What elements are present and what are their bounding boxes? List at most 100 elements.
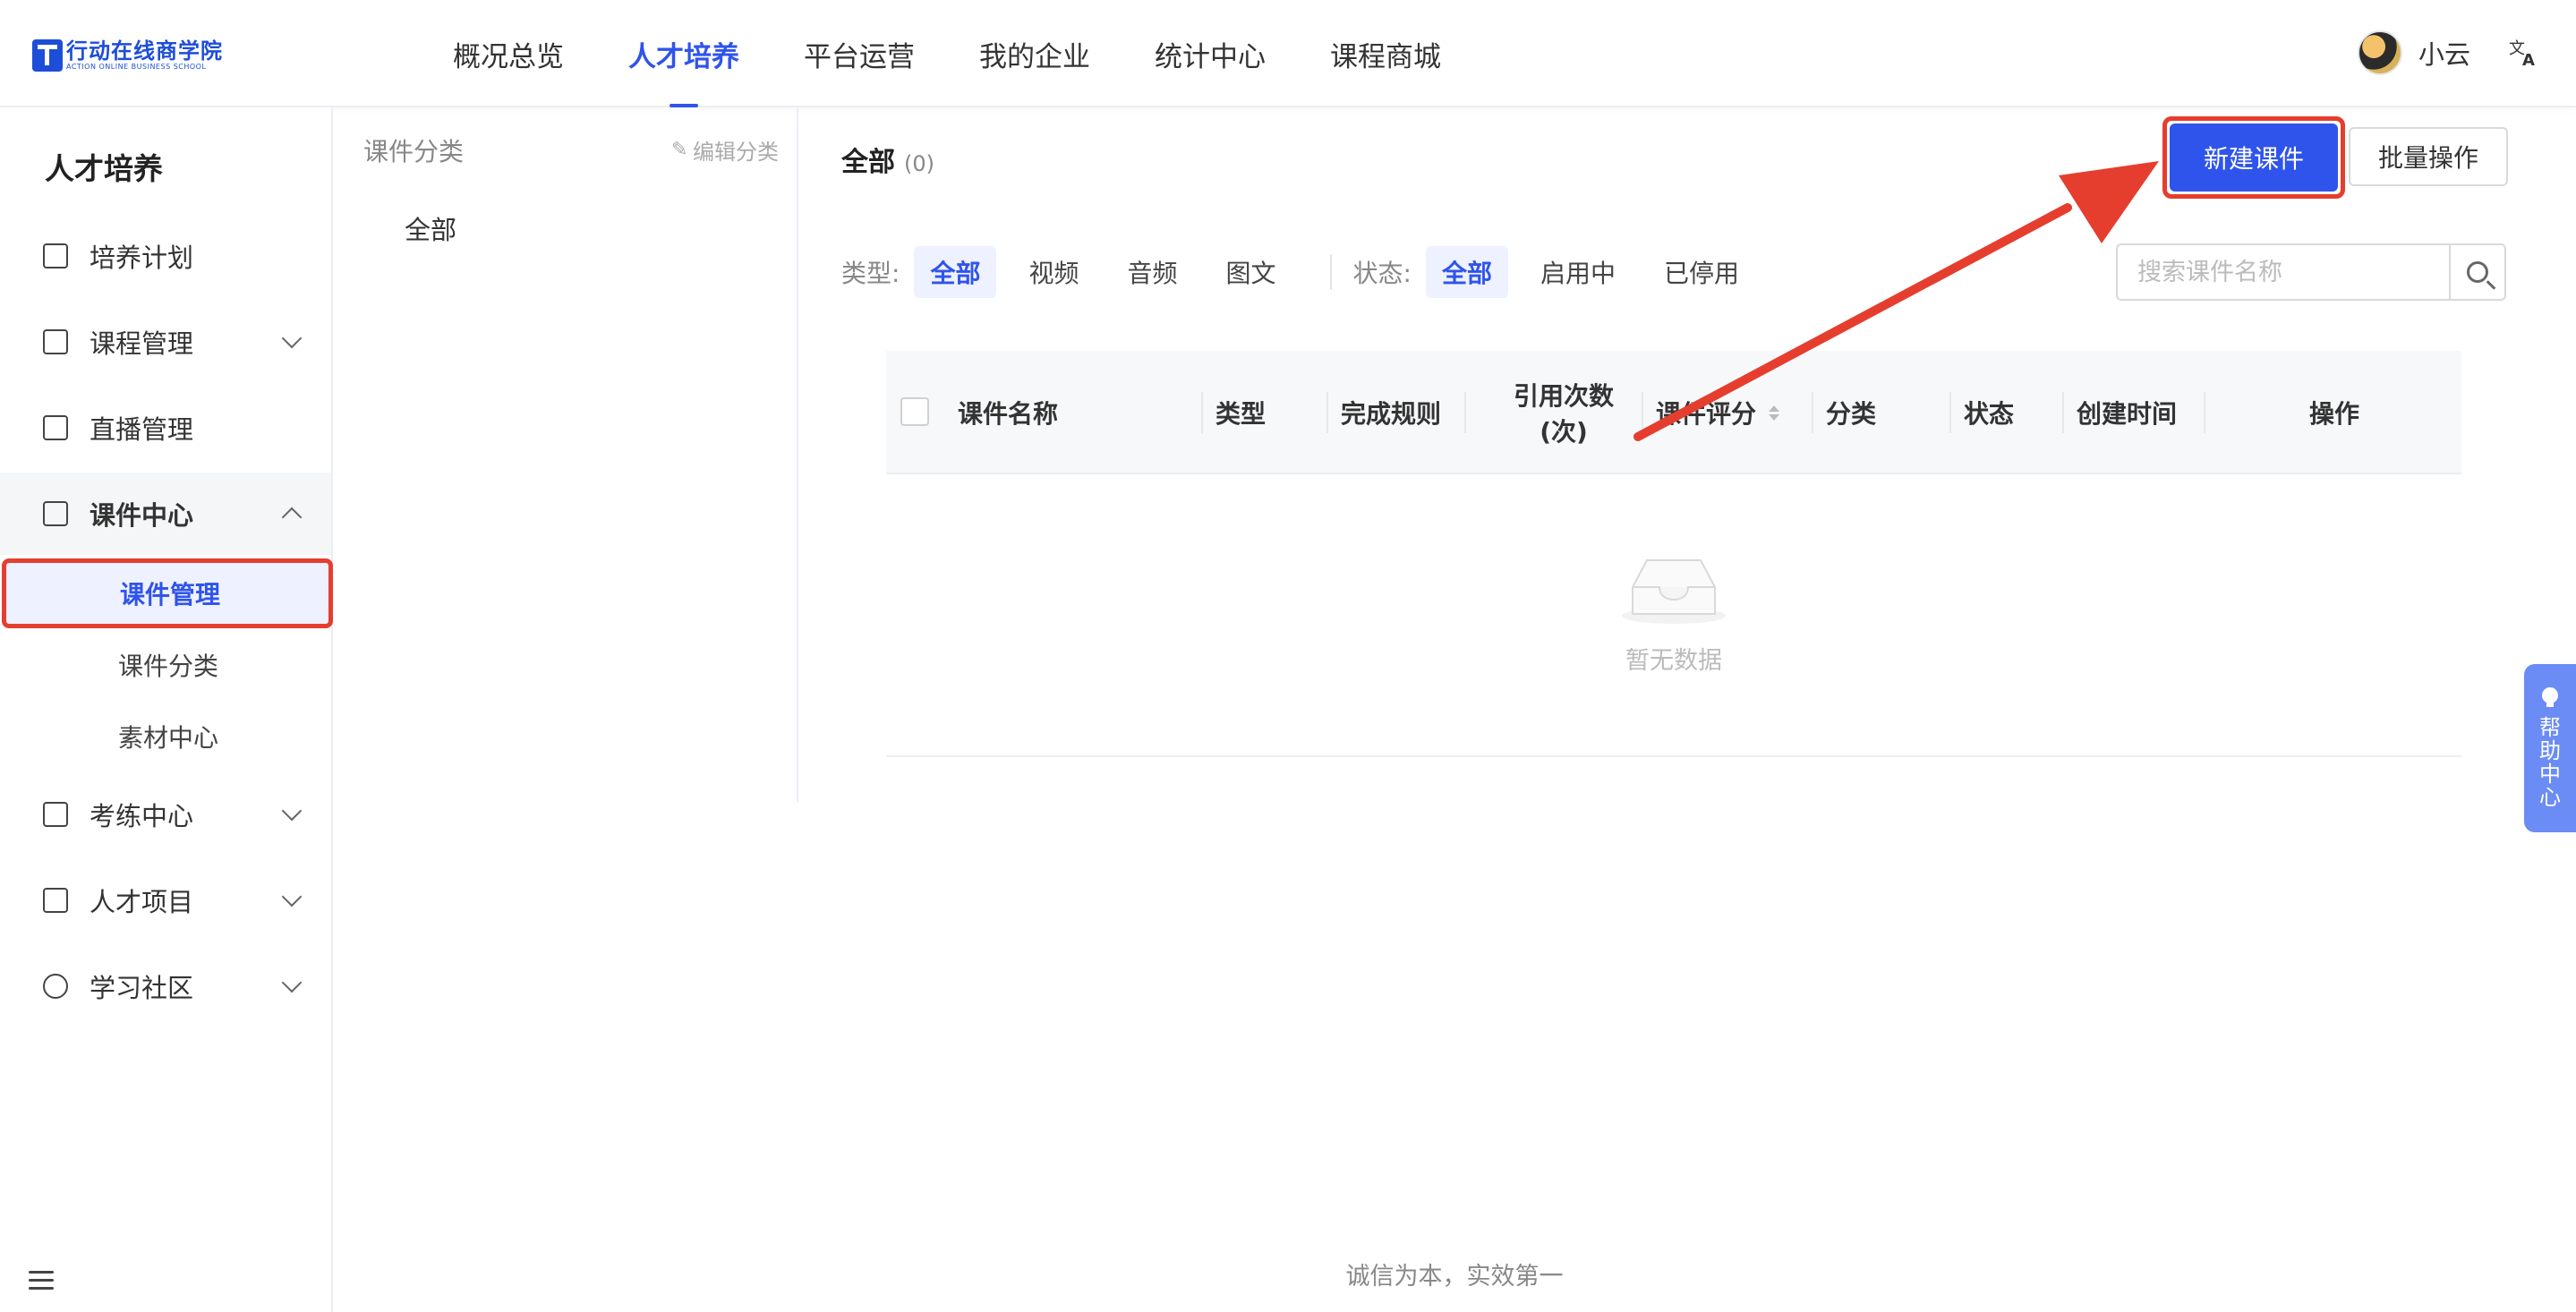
edit-category-label: 编辑分类 — [693, 140, 779, 165]
column-divider — [2062, 392, 2064, 433]
select-all-checkbox[interactable] — [900, 397, 929, 426]
filter-row: 类型: 全部 视频 音频 图文 状态: 全部 启用中 已停用 — [841, 245, 1771, 299]
sidebar-item-label: 培养计划 — [90, 243, 194, 273]
column-header-created-time: 创建时间 — [2077, 399, 2178, 429]
status-filter-all[interactable]: 全部 — [1425, 246, 1508, 298]
column-divider — [1812, 392, 1813, 433]
nav-item-talent[interactable]: 人才培养 — [596, 0, 772, 107]
column-divider — [1201, 392, 1203, 433]
status-filter-enabled[interactable]: 启用中 — [1524, 246, 1632, 298]
batch-operation-button[interactable]: 批量操作 — [2349, 127, 2508, 186]
sidebar-item-label: 考练中心 — [90, 801, 194, 831]
chevron-up-icon — [281, 507, 303, 528]
main-nav: 概况总览 人才培养 平台运营 我的企业 统计中心 课程商城 — [421, 0, 1473, 107]
column-header-completion-rule: 完成规则 — [1341, 399, 1442, 429]
column-header-type: 类型 — [1215, 399, 1267, 429]
status-filter-disabled[interactable]: 已停用 — [1648, 246, 1755, 298]
sidebar-item-label: 课件中心 — [90, 500, 194, 531]
column-divider — [1949, 392, 1951, 433]
logo[interactable]: 行动在线商学院 ACTION ONLINE BUSINESS SCHOOL — [32, 39, 223, 72]
column-header-status: 状态 — [1964, 399, 2015, 429]
avatar[interactable] — [2358, 30, 2402, 75]
nav-item-overview[interactable]: 概况总览 — [421, 0, 596, 107]
sidebar-item-learning-community[interactable]: 学习社区 — [0, 945, 331, 1027]
column-header-name: 课件名称 — [958, 399, 1059, 429]
edit-category-button[interactable]: ✎ 编辑分类 — [671, 134, 779, 166]
sidebar-item-talent-project[interactable]: 人才项目 — [0, 859, 331, 941]
logo-title: 行动在线商学院 — [66, 38, 223, 64]
nav-item-statistics[interactable]: 统计中心 — [1122, 0, 1298, 107]
translate-icon[interactable]: 文 A — [2506, 34, 2542, 70]
sidebar-item-exam-center[interactable]: 考练中心 — [0, 773, 331, 856]
sidebar-subitem-material-center[interactable]: 素材中心 — [0, 702, 331, 771]
book-icon — [43, 329, 68, 354]
column-header-rating[interactable]: 课件评分 — [1656, 351, 1780, 474]
page-title: 全部 (0) — [841, 140, 934, 179]
sidebar-title: 人才培养 — [45, 151, 163, 186]
page-title-text: 全部 — [841, 147, 895, 178]
chevron-down-icon — [281, 800, 303, 822]
collapse-sidebar-icon[interactable] — [29, 1271, 54, 1292]
sidebar-item-label: 人才项目 — [90, 887, 194, 917]
table-header: 课件名称 类型 完成规则 引用次数 (次) 课件评分 分类 状态 创建时间 操作 — [886, 351, 2461, 474]
column-divider — [1642, 392, 1643, 433]
pencil-icon: ✎ — [671, 138, 688, 161]
type-filter-video[interactable]: 视频 — [1012, 246, 1095, 298]
nav-item-store[interactable]: 课程商城 — [1298, 0, 1473, 107]
type-filter-all[interactable]: 全部 — [914, 246, 997, 298]
project-icon — [43, 888, 68, 913]
nav-item-operations[interactable]: 平台运营 — [772, 0, 947, 107]
sidebar-subitem-courseware-management[interactable]: 课件管理 — [2, 558, 333, 628]
filter-divider — [1329, 254, 1332, 290]
calendar-icon — [43, 243, 68, 268]
logo-mark-icon — [32, 39, 63, 72]
status-filter-label: 状态: — [1352, 259, 1412, 288]
column-header-actions: 操作 — [2309, 399, 2360, 429]
empty-inbox-icon — [1622, 559, 1726, 624]
column-header-reference-count: 引用次数 (次) — [1513, 381, 1614, 447]
logo-subtitle: ACTION ONLINE BUSINESS SCHOOL — [66, 63, 207, 71]
column-header-rating-label: 课件评分 — [1656, 399, 1757, 429]
video-camera-icon — [43, 415, 68, 440]
chevron-down-icon — [281, 886, 303, 907]
sidebar-item-live-management[interactable]: 直播管理 — [0, 387, 331, 469]
sidebar: 人才培养 培养计划 课程管理 直播管理 课件中心 课件管理 课件分类 素材中心 … — [0, 107, 333, 1312]
type-filter-audio[interactable]: 音频 — [1111, 246, 1193, 298]
sidebar-item-training-plan[interactable]: 培养计划 — [0, 215, 331, 297]
nav-item-enterprise[interactable]: 我的企业 — [947, 0, 1122, 107]
new-courseware-button[interactable]: 新建课件 — [2170, 124, 2338, 192]
footer-slogan: 诚信为本，实效第一 — [1345, 1263, 1564, 1291]
chevron-down-icon — [281, 972, 303, 993]
user-name[interactable]: 小云 — [2418, 34, 2470, 72]
sidebar-item-courseware-center[interactable]: 课件中心 — [0, 473, 331, 555]
column-divider — [1326, 392, 1328, 433]
search-button[interactable] — [2449, 245, 2504, 299]
column-divider — [1464, 392, 1466, 433]
svg-text:A: A — [2522, 51, 2535, 68]
help-center-button[interactable]: 帮助中心 — [2524, 664, 2576, 832]
lightbulb-icon — [2542, 687, 2558, 707]
sidebar-subitem-courseware-category[interactable]: 课件分类 — [0, 630, 331, 700]
search-input[interactable] — [2118, 245, 2449, 299]
type-filter-text-image[interactable]: 图文 — [1209, 246, 1292, 298]
sidebar-item-course-management[interactable]: 课程管理 — [0, 301, 331, 383]
sort-icon[interactable] — [1769, 405, 1780, 421]
column-header-category: 分类 — [1826, 399, 1877, 429]
top-bar: 行动在线商学院 ACTION ONLINE BUSINESS SCHOOL 概况… — [0, 0, 2576, 107]
search-box — [2116, 243, 2506, 301]
logo-text: 行动在线商学院 ACTION ONLINE BUSINESS SCHOOL — [66, 39, 223, 72]
chevron-down-icon — [281, 328, 303, 349]
exam-icon — [43, 802, 68, 827]
empty-text: 暂无数据 — [1625, 647, 1722, 675]
search-icon — [2467, 261, 2488, 283]
sidebar-item-label: 课程管理 — [90, 328, 194, 359]
column-divider — [2204, 392, 2205, 433]
item-count: (0) — [904, 151, 934, 176]
type-filter-label: 类型: — [841, 259, 900, 288]
category-item-all[interactable]: 全部 — [405, 209, 456, 247]
help-center-label: 帮助中心 — [2539, 715, 2561, 810]
category-panel-title: 课件分类 — [363, 137, 465, 166]
empty-state: 暂无数据 — [886, 476, 2461, 757]
user-menu[interactable]: 小云 — [2358, 30, 2470, 75]
inbox-icon — [43, 501, 68, 526]
